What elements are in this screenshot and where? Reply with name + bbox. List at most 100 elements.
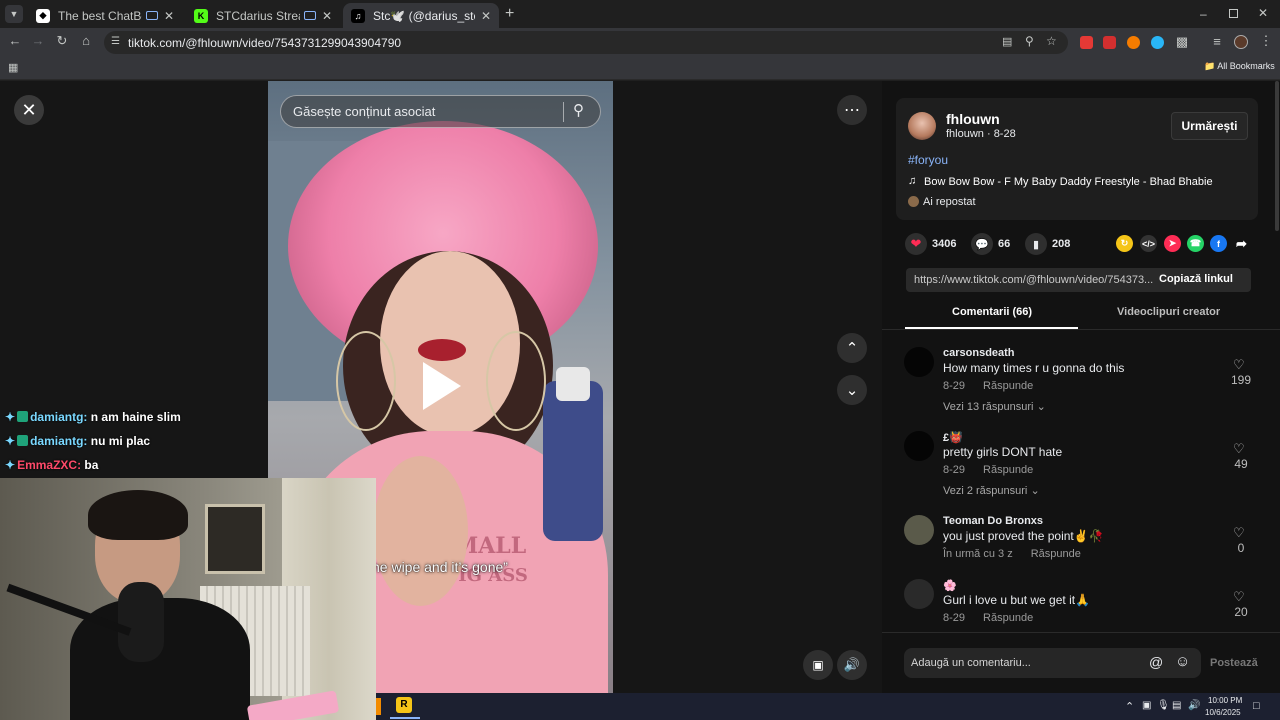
home-icon[interactable]: ⌂: [77, 33, 95, 48]
like-button[interactable]: ❤: [905, 233, 927, 255]
tray-chevron-icon[interactable]: ⌃: [1125, 700, 1134, 713]
save-button[interactable]: ▮: [1025, 233, 1047, 255]
comment-like-heart-icon[interactable]: ♡: [1233, 441, 1245, 457]
reply-button[interactable]: Răspunde: [1031, 548, 1081, 560]
commenter-name[interactable]: 🌸: [943, 579, 957, 592]
bookmark-star-icon[interactable]: ☆: [1046, 34, 1057, 48]
tab-search-button[interactable]: ▼: [5, 5, 23, 23]
music-title[interactable]: Bow Bow Bow - F My Baby Daddy Freestyle …: [924, 176, 1213, 188]
streamer-hair: [88, 490, 188, 540]
profile-avatar[interactable]: [1234, 35, 1248, 49]
follow-button[interactable]: Urmărești: [1171, 112, 1248, 140]
video-caption: he wipe and it’s gone”: [372, 559, 508, 575]
minimize-window-icon[interactable]: –: [1200, 7, 1207, 21]
whatsapp-icon[interactable]: ☎: [1187, 235, 1204, 252]
browser-tab-active[interactable]: ♫ Stc🕊️ (@darius_stc) | TikTok ✕: [343, 3, 499, 28]
spray-bottle-shape: [543, 381, 603, 541]
search-icon[interactable]: ⚲: [573, 101, 584, 119]
url-text: tiktok.com/@fhlouwn/video/75437312990439…: [128, 35, 402, 50]
apps-grid-icon[interactable]: ▦: [8, 61, 18, 74]
clock-time[interactable]: 10:00 PM: [1208, 696, 1242, 705]
tab-comments[interactable]: Comentarii (66): [952, 306, 1032, 318]
all-bookmarks-folder[interactable]: 📁 All Bookmarks: [1204, 61, 1275, 72]
address-bar[interactable]: ☰ tiktok.com/@fhlouwn/video/754373129904…: [104, 31, 1068, 54]
reload-icon[interactable]: ↻: [53, 33, 71, 49]
browser-tab[interactable]: K STCdarius Stream - Watch L ✕: [186, 3, 340, 28]
extension-icon[interactable]: [1127, 36, 1140, 49]
install-app-icon[interactable]: ▤: [1002, 35, 1012, 48]
share-arrow-icon[interactable]: ➦: [1233, 235, 1250, 252]
commenter-name[interactable]: £👹: [943, 431, 963, 444]
facebook-icon[interactable]: f: [1210, 235, 1227, 252]
close-tab-icon[interactable]: ✕: [322, 9, 332, 23]
new-tab-button[interactable]: +: [505, 5, 514, 23]
close-window-icon[interactable]: ✕: [1258, 6, 1268, 20]
spray-bottle-cap: [556, 367, 590, 401]
back-icon[interactable]: ←: [6, 33, 24, 48]
picture-frame: [205, 504, 265, 574]
forward-icon[interactable]: →: [29, 33, 47, 48]
extensions-puzzle-icon[interactable]: ▩: [1173, 34, 1191, 50]
floating-player-button[interactable]: ▣: [803, 650, 833, 680]
comment-like-heart-icon[interactable]: ♡: [1233, 357, 1245, 373]
commenter-avatar[interactable]: [904, 431, 934, 461]
commenter-avatar[interactable]: [904, 579, 934, 609]
adblock-extension-icon[interactable]: [1103, 36, 1116, 49]
reply-button[interactable]: Răspunde: [983, 380, 1033, 392]
volume-icon[interactable]: 🔊: [1188, 700, 1200, 711]
reading-list-icon[interactable]: ≡: [1208, 34, 1226, 49]
subscriber-badge-icon: [17, 411, 29, 422]
copy-link-button[interactable]: Copiază linkul: [1159, 273, 1233, 285]
reply-button[interactable]: Răspunde: [983, 464, 1033, 476]
view-replies-button[interactable]: Vezi 2 răspunsuri ⌄: [943, 484, 1040, 497]
close-video-button[interactable]: ✕: [14, 95, 44, 125]
commenter-avatar[interactable]: [904, 515, 934, 545]
close-tab-icon[interactable]: ✕: [481, 9, 491, 23]
chat-text: n am haine slim: [90, 410, 181, 424]
zoom-icon[interactable]: ⚲: [1025, 34, 1034, 48]
network-icon[interactable]: ▤: [1172, 700, 1181, 711]
previous-video-button[interactable]: ⌃: [837, 333, 867, 363]
restore-window-icon[interactable]: [1229, 9, 1238, 18]
repost-icon[interactable]: ↻: [1116, 235, 1133, 252]
more-options-button[interactable]: ⋯: [837, 95, 867, 125]
earring-left: [336, 331, 396, 431]
tab-creator-videos[interactable]: Videoclipuri creator: [1117, 306, 1220, 318]
microphone-icon[interactable]: 🎙: [1157, 700, 1170, 711]
volume-button[interactable]: 🔊: [837, 650, 867, 680]
extension-icon[interactable]: [1151, 36, 1164, 49]
menu-kebab-icon[interactable]: ⋮: [1257, 33, 1275, 49]
play-icon[interactable]: [423, 362, 461, 410]
commenter-name[interactable]: Teoman Do Bronxs: [943, 515, 1043, 527]
site-info-icon[interactable]: ☰: [111, 36, 120, 47]
panel-scrollbar[interactable]: [1275, 81, 1279, 231]
taskbar-app-icon[interactable]: [376, 698, 381, 715]
sword-badge-icon: ✦: [5, 458, 16, 472]
send-to-friends-icon[interactable]: ➤: [1164, 235, 1181, 252]
comment-like-heart-icon[interactable]: ♡: [1233, 525, 1245, 541]
comment-button[interactable]: 💬: [971, 233, 993, 255]
mention-icon[interactable]: @: [1149, 654, 1163, 670]
clock-date[interactable]: 10/6/2025: [1205, 708, 1241, 717]
hashtag-link[interactable]: #foryou: [908, 153, 948, 167]
notifications-icon[interactable]: □: [1253, 700, 1260, 712]
comment-like-heart-icon[interactable]: ♡: [1233, 589, 1245, 605]
post-comment-button[interactable]: Postează: [1210, 657, 1258, 669]
emoji-icon[interactable]: ☺: [1175, 653, 1190, 670]
embed-code-icon[interactable]: </>: [1140, 235, 1157, 252]
reply-button[interactable]: Răspunde: [983, 612, 1033, 624]
related-content-search-input[interactable]: Găsește conținut asociat ⚲: [280, 95, 601, 128]
creator-avatar[interactable]: [908, 112, 936, 140]
browser-tab[interactable]: ◆ The best ChatBot and Widg ✕: [28, 3, 182, 28]
creator-display-name[interactable]: fhlouwn: [946, 111, 1000, 127]
commenter-avatar[interactable]: [904, 347, 934, 377]
taskbar-app-icon[interactable]: R: [396, 697, 412, 713]
video-link-field[interactable]: https://www.tiktok.com/@fhlouwn/video/75…: [906, 268, 1251, 292]
view-replies-button[interactable]: Vezi 13 răspunsuri ⌄: [943, 400, 1046, 413]
next-video-button[interactable]: ⌄: [837, 375, 867, 405]
close-tab-icon[interactable]: ✕: [164, 9, 174, 23]
tray-app-icon[interactable]: ▣: [1142, 700, 1151, 711]
extension-icon[interactable]: [1080, 36, 1093, 49]
commenter-name[interactable]: carsonsdeath: [943, 347, 1015, 359]
comment-input[interactable]: Adaugă un comentariu... @ ☺: [904, 648, 1201, 678]
